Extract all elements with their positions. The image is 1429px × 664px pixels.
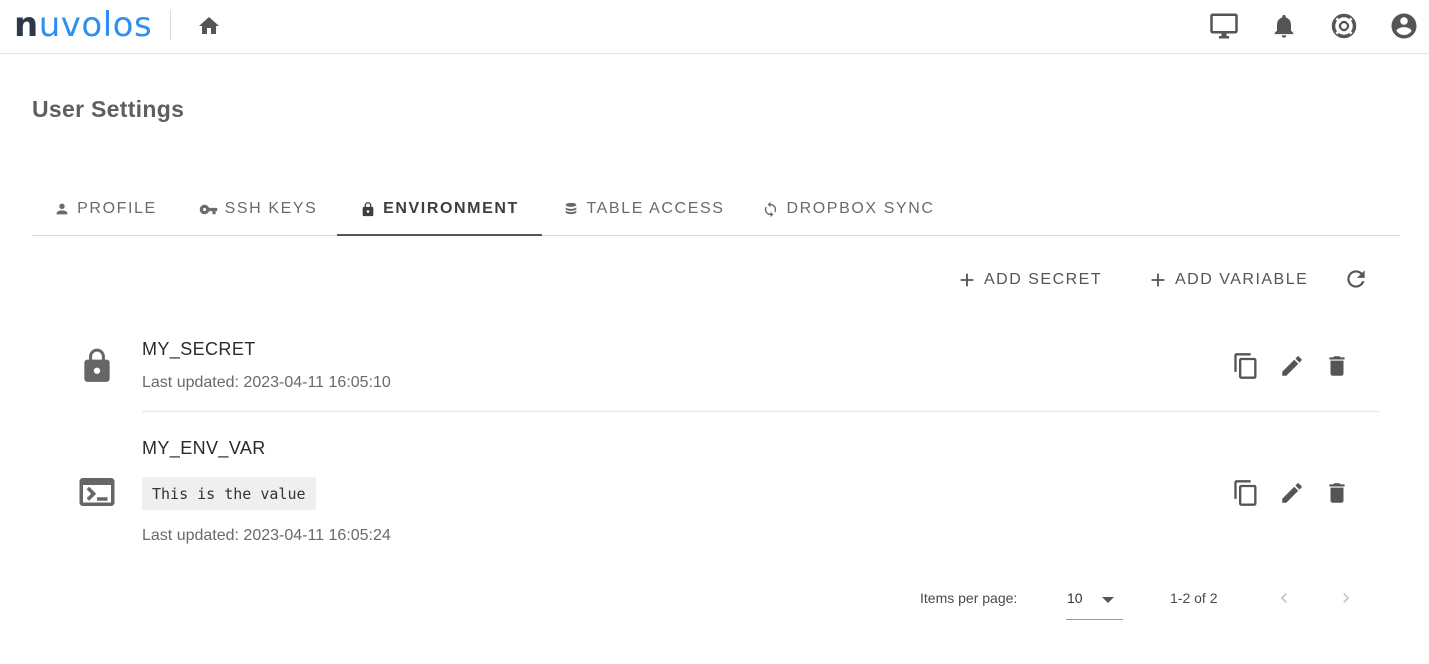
add-secret-label: ADD SECRET xyxy=(984,271,1103,288)
plus-icon xyxy=(960,273,974,287)
edit-button[interactable] xyxy=(1277,351,1307,381)
copy-button[interactable] xyxy=(1231,351,1261,381)
pencil-icon xyxy=(1282,356,1302,376)
database-icon xyxy=(566,202,577,214)
nuvolos-logo[interactable]: nuvolos xyxy=(14,4,152,46)
page-title: User Settings xyxy=(32,96,185,122)
tab-label: ENVIRONMENT xyxy=(383,200,519,217)
monitor-button[interactable] xyxy=(1208,10,1240,42)
delete-button[interactable] xyxy=(1322,351,1352,381)
tab-ssh-keys[interactable]: SSH KEYS xyxy=(179,183,337,235)
bell-icon xyxy=(1274,14,1294,38)
tab-label: DROPBOX SYNC xyxy=(786,200,935,217)
copy-icon xyxy=(1234,480,1257,506)
lock-icon xyxy=(362,201,374,216)
plus-icon xyxy=(1151,273,1165,287)
trash-icon xyxy=(1329,356,1345,376)
trash-icon xyxy=(1329,483,1345,503)
lifebuoy-icon xyxy=(1331,13,1357,39)
secret-name: MY_SECRET xyxy=(142,339,256,359)
notifications-button[interactable] xyxy=(1268,10,1300,42)
copy-button[interactable] xyxy=(1231,478,1261,508)
console-icon xyxy=(79,478,115,506)
person-icon xyxy=(56,203,68,215)
delete-button[interactable] xyxy=(1322,478,1352,508)
pencil-icon xyxy=(1282,483,1302,503)
add-secret-button[interactable]: ADD SECRET xyxy=(956,264,1102,296)
tab-label: SSH KEYS xyxy=(224,200,318,217)
items-per-page-label: Items per page: xyxy=(920,590,1018,606)
caret-down-icon xyxy=(1102,597,1114,603)
variable-value: This is the value xyxy=(142,477,316,510)
monitor-icon xyxy=(1210,13,1238,39)
tab-environment[interactable]: ENVIRONMENT xyxy=(337,183,542,236)
tab-profile[interactable]: PROFILE xyxy=(32,183,179,235)
items-per-page-select[interactable]: 10 xyxy=(1066,582,1123,620)
home-icon xyxy=(199,17,219,34)
settings-tabs: PROFILE SSH KEYS ENVIRONMENT TABLE ACCES… xyxy=(32,183,1400,236)
top-bar: nuvolos xyxy=(0,0,1429,54)
account-circle-icon xyxy=(1391,13,1417,39)
pagination-range: 1-2 of 2 xyxy=(1170,590,1218,606)
edit-button[interactable] xyxy=(1277,478,1307,508)
secret-updated: Last updated: 2023-04-11 16:05:10 xyxy=(142,374,391,391)
chevron-right-icon xyxy=(1343,593,1350,603)
add-variable-label: ADD VARIABLE xyxy=(1175,271,1309,288)
logo-divider xyxy=(170,10,171,40)
key-icon xyxy=(199,204,217,214)
item-divider xyxy=(142,411,1379,412)
copy-icon xyxy=(1234,353,1257,379)
secret-item-icon xyxy=(78,344,116,388)
help-button[interactable] xyxy=(1328,10,1360,42)
chevron-left-icon xyxy=(1280,593,1287,603)
items-per-page-value: 10 xyxy=(1067,590,1083,606)
tab-dropbox-sync[interactable]: DROPBOX SYNC xyxy=(746,183,951,235)
variable-item-icon xyxy=(76,471,118,513)
home-button[interactable] xyxy=(194,11,224,41)
variable-name: MY_ENV_VAR xyxy=(142,438,266,458)
refresh-icon xyxy=(1347,270,1365,288)
add-variable-button[interactable]: ADD VARIABLE xyxy=(1147,264,1308,296)
account-button[interactable] xyxy=(1388,10,1420,42)
lock-icon xyxy=(84,348,110,382)
tab-table-access[interactable]: TABLE ACCESS xyxy=(542,183,746,235)
next-page-button[interactable] xyxy=(1332,584,1360,612)
refresh-button[interactable] xyxy=(1340,263,1372,295)
variable-updated: Last updated: 2023-04-11 16:05:24 xyxy=(142,527,391,544)
previous-page-button[interactable] xyxy=(1270,584,1298,612)
tab-label: TABLE ACCESS xyxy=(586,200,725,217)
sync-icon xyxy=(765,201,777,217)
tab-label: PROFILE xyxy=(77,200,157,217)
